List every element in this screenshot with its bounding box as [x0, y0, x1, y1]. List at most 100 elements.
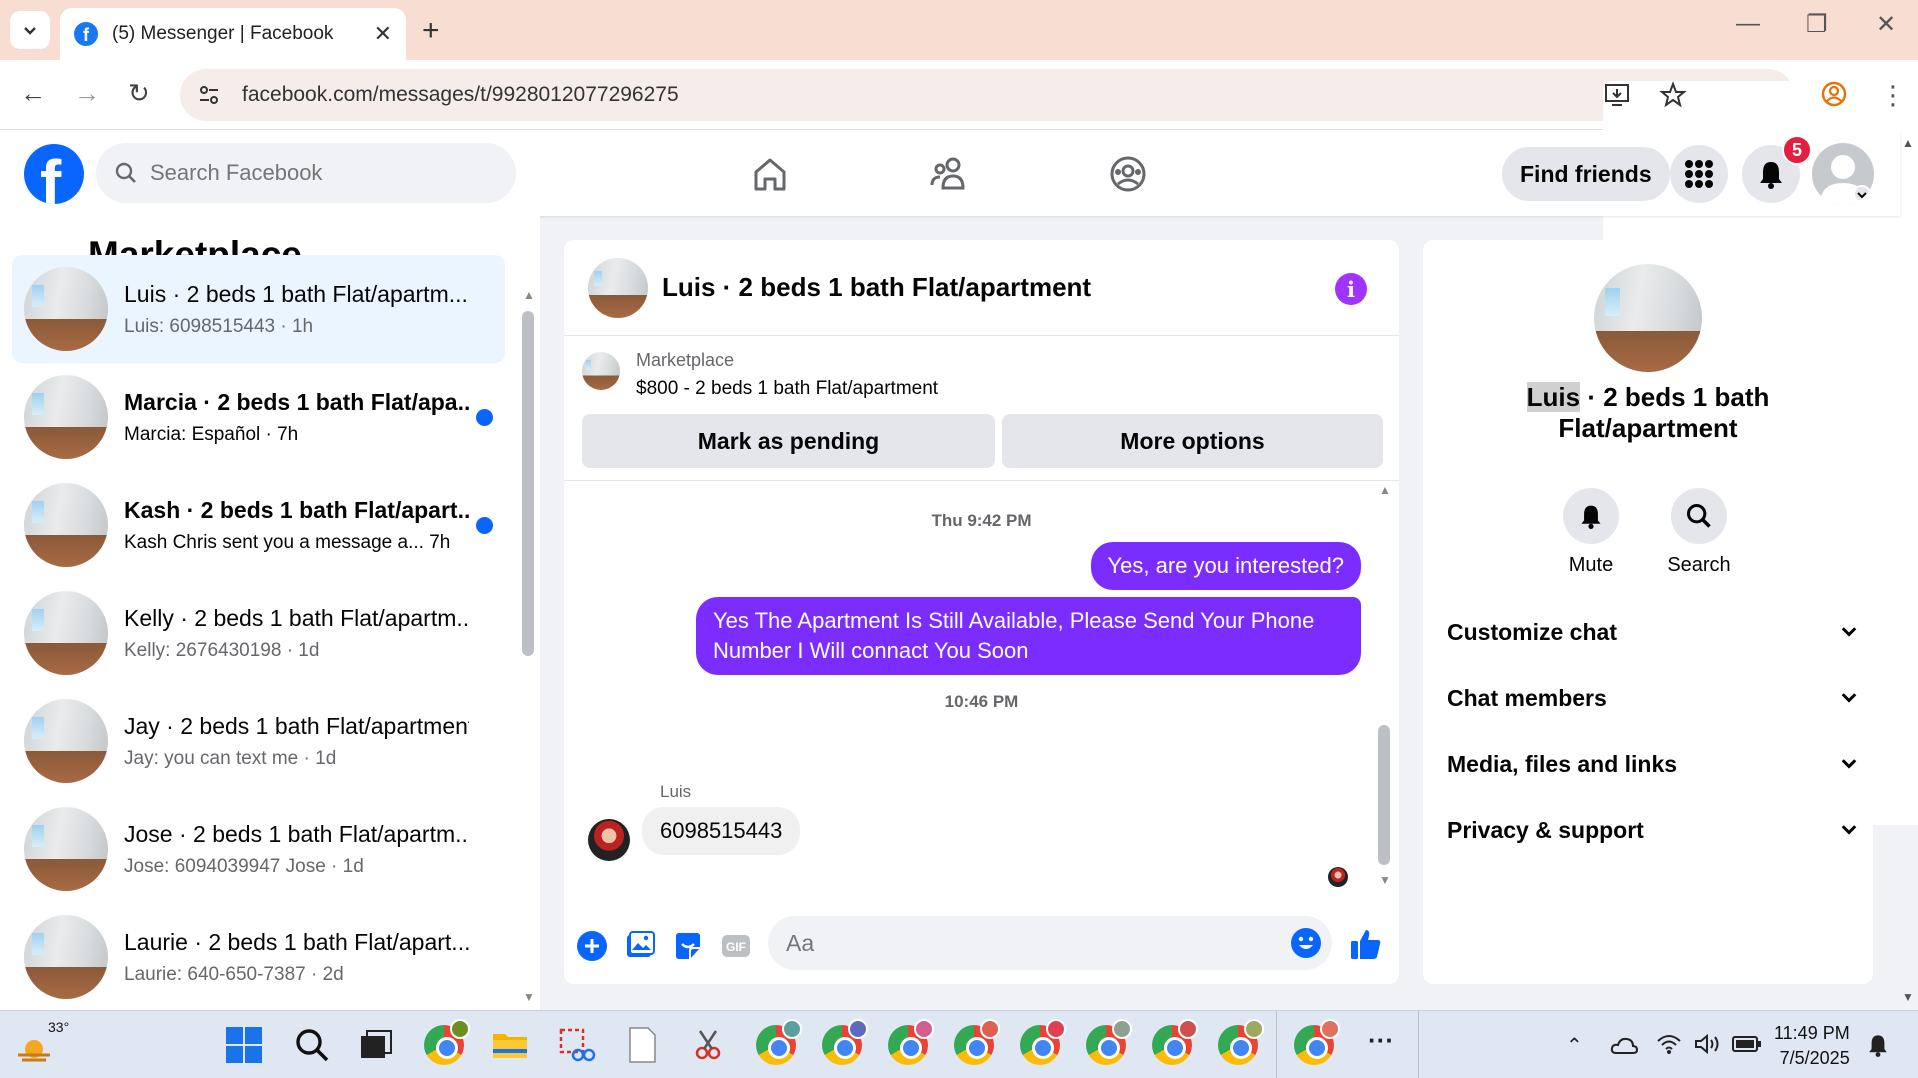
- conversation-avatar[interactable]: [24, 267, 108, 351]
- start-windows-icon[interactable]: [224, 1025, 264, 1065]
- minimize-icon[interactable]: —: [1736, 10, 1760, 38]
- search-action[interactable]: Search: [1659, 488, 1739, 577]
- customize-chat-row[interactable]: Customize chat: [1447, 612, 1859, 652]
- conversation-avatar[interactable]: [24, 699, 108, 783]
- window-close-icon[interactable]: ✕: [1876, 10, 1896, 39]
- conversation-item[interactable]: Kelly · 2 beds 1 bath Flat/apartm... Kell…: [12, 579, 505, 687]
- find-friends-button[interactable]: Find friends: [1502, 147, 1670, 201]
- chrome-taskbar-icon[interactable]: [756, 1019, 802, 1065]
- conversation-item[interactable]: Kash · 2 beds 1 bath Flat/apart... Kash C…: [12, 471, 505, 579]
- chrome-taskbar-icon[interactable]: [888, 1019, 934, 1065]
- thread-scroll-down-icon[interactable]: ▼: [1379, 873, 1391, 887]
- incoming-message[interactable]: 6098515443: [642, 807, 801, 855]
- message-input-field[interactable]: [768, 916, 1332, 970]
- plus-circle-icon[interactable]: [576, 930, 608, 962]
- gif-icon[interactable]: GIF: [720, 930, 752, 962]
- address-bar[interactable]: facebook.com/messages/t/9928012077296275: [180, 69, 1918, 825]
- message-input[interactable]: [786, 929, 1256, 957]
- tab-close-icon[interactable]: ✕: [374, 21, 392, 47]
- facebook-logo-icon[interactable]: f: [24, 144, 84, 204]
- conversation-list-scrollbar[interactable]: [522, 311, 534, 656]
- restore-icon[interactable]: ❐: [1806, 10, 1828, 39]
- snipping-tool-icon[interactable]: [556, 1025, 596, 1065]
- thread-scroll-up-icon[interactable]: ▲: [1379, 483, 1391, 497]
- chrome-taskbar-icon[interactable]: [954, 1019, 1000, 1065]
- notification-center-icon[interactable]: [1866, 1033, 1890, 1057]
- browser-menu-icon[interactable]: ⋮: [1880, 80, 1906, 111]
- list-scroll-down-icon[interactable]: ▼: [523, 990, 535, 1004]
- more-options-button[interactable]: More options: [1002, 414, 1383, 468]
- chrome-taskbar-icon[interactable]: [1218, 1019, 1264, 1065]
- media-files-links-row[interactable]: Media, files and links: [1447, 744, 1859, 784]
- site-settings-icon[interactable]: [196, 82, 222, 108]
- task-view-icon[interactable]: [356, 1025, 396, 1065]
- conversation-item[interactable]: Jay · 2 beds 1 bath Flat/apartment Jay: y…: [12, 687, 505, 795]
- emoji-icon[interactable]: [1290, 927, 1322, 959]
- chat-title[interactable]: Luis · 2 beds 1 bath Flat/apartment: [662, 272, 1091, 303]
- battery-icon[interactable]: [1732, 1035, 1762, 1053]
- chrome-taskbar-icon[interactable]: [1294, 1019, 1340, 1065]
- search-in-chat-button[interactable]: [1671, 488, 1727, 544]
- sticker-icon[interactable]: [672, 930, 704, 962]
- page-scroll-up-icon[interactable]: ▲: [1902, 136, 1914, 150]
- back-icon[interactable]: ←: [20, 78, 46, 109]
- listing-title[interactable]: $800 - 2 beds 1 bath Flat/apartment: [636, 378, 938, 400]
- file-explorer-icon[interactable]: [490, 1025, 530, 1065]
- tab-search-dropdown[interactable]: [10, 11, 50, 49]
- install-app-icon[interactable]: [1603, 81, 1631, 109]
- mark-as-pending-button[interactable]: Mark as pending: [582, 414, 995, 468]
- volume-icon[interactable]: [1694, 1033, 1722, 1055]
- conversation-avatar[interactable]: [24, 807, 108, 891]
- listing-thumbnail[interactable]: [582, 352, 620, 390]
- conversation-avatar[interactable]: [24, 915, 108, 999]
- facebook-search[interactable]: [96, 143, 516, 203]
- chrome-taskbar-icon[interactable]: [1020, 1019, 1066, 1065]
- chrome-taskbar-icon[interactable]: [424, 1019, 470, 1065]
- system-clock[interactable]: 11:49 PM 7/5/2025: [1774, 1021, 1850, 1071]
- conversation-item[interactable]: Marcia · 2 beds 1 bath Flat/apa... Marcia…: [12, 363, 505, 471]
- reload-icon[interactable]: ↻: [128, 78, 150, 109]
- page-scroll-down-icon[interactable]: ▼: [1902, 990, 1914, 1004]
- chat-avatar[interactable]: [588, 257, 648, 318]
- profile-icon[interactable]: [1820, 80, 1848, 108]
- outgoing-message[interactable]: Yes The Apartment Is Still Available, Pl…: [696, 597, 1361, 675]
- photo-icon[interactable]: [624, 930, 656, 962]
- weather-widget[interactable]: 33°: [14, 1019, 69, 1071]
- chat-members-row[interactable]: Chat members: [1447, 678, 1859, 718]
- mute-button[interactable]: [1563, 488, 1619, 544]
- chrome-taskbar-icon[interactable]: [1152, 1019, 1198, 1065]
- friends-icon[interactable]: [927, 152, 971, 196]
- listing-profile-avatar[interactable]: [1594, 264, 1702, 372]
- notepad-icon[interactable]: [622, 1025, 662, 1065]
- conversation-avatar[interactable]: [24, 375, 108, 459]
- home-icon[interactable]: [748, 152, 792, 196]
- bookmark-star-icon[interactable]: [1659, 81, 1687, 109]
- forward-icon[interactable]: →: [74, 78, 100, 109]
- paint-icon[interactable]: [688, 1025, 728, 1065]
- conversation-item[interactable]: Luis · 2 beds 1 bath Flat/apartm... Luis:…: [12, 255, 505, 363]
- onedrive-icon[interactable]: [1610, 1035, 1638, 1055]
- thumbs-up-icon[interactable]: [1348, 926, 1384, 962]
- chrome-taskbar-icon[interactable]: [822, 1019, 868, 1065]
- sender-avatar[interactable]: [588, 819, 630, 861]
- thread-scrollbar[interactable]: [1378, 725, 1390, 865]
- conversation-item[interactable]: Jose · 2 beds 1 bath Flat/apartm... Jose:…: [12, 795, 505, 903]
- conversation-avatar[interactable]: [24, 591, 108, 675]
- show-hidden-icons-icon[interactable]: ⌃: [1566, 1033, 1583, 1058]
- wifi-icon[interactable]: [1656, 1033, 1682, 1055]
- conversation-item[interactable]: Laurie · 2 beds 1 bath Flat/apart... Laur…: [12, 903, 505, 1010]
- account-avatar[interactable]: [1812, 143, 1874, 205]
- new-tab-icon[interactable]: +: [422, 14, 440, 48]
- search-input[interactable]: [150, 160, 450, 186]
- menu-button[interactable]: [1670, 145, 1728, 203]
- list-scroll-up-icon[interactable]: ▲: [523, 288, 535, 302]
- groups-icon[interactable]: [1106, 152, 1150, 196]
- mute-action[interactable]: Mute: [1551, 488, 1631, 577]
- browser-tab[interactable]: f (5) Messenger | Facebook ✕: [60, 8, 406, 60]
- conversation-avatar[interactable]: [24, 483, 108, 567]
- chrome-taskbar-icon[interactable]: [1086, 1019, 1132, 1065]
- taskbar-search-icon[interactable]: [292, 1025, 332, 1065]
- privacy-support-row[interactable]: Privacy & support: [1447, 810, 1859, 850]
- more-apps-icon[interactable]: ···: [1368, 1025, 1394, 1056]
- outgoing-message[interactable]: Yes, are you interested?: [1090, 542, 1361, 590]
